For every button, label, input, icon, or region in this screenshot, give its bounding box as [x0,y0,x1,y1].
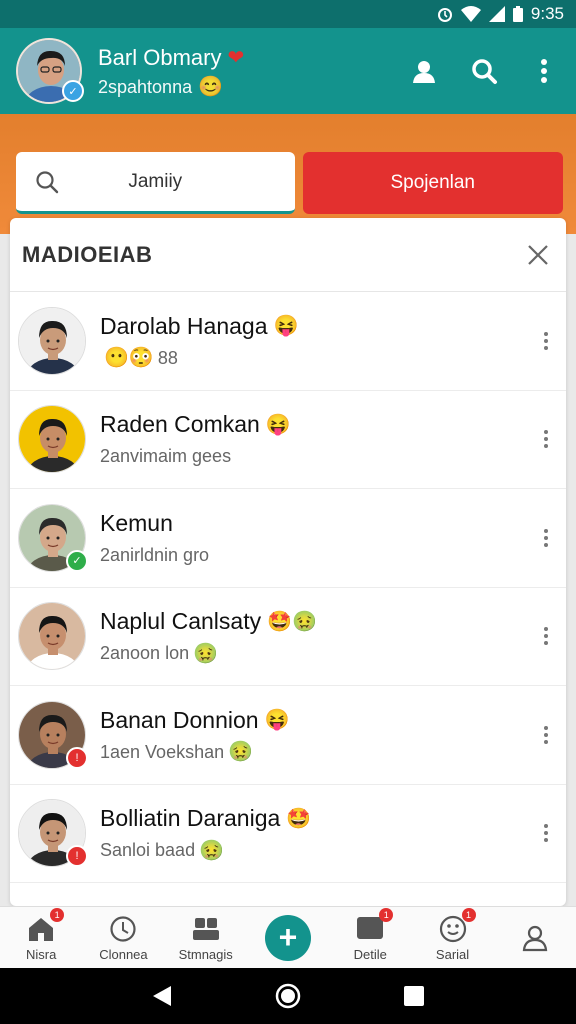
nav-label: Nisra [25,946,57,962]
contact-name-emoji-icon: 🤩 [286,807,312,830]
signal-icon [488,6,505,22]
contact-row[interactable]: ! Banan Donnion 😝 1aen Voekshan 🤢 [10,686,566,785]
contact-subtitle: 2anirldnin gro [100,544,210,565]
panel-header: MADIOEIAB [10,218,566,292]
contact-name-emoji-icon: 😝 [265,413,291,436]
home-nav-icon[interactable] [274,982,302,1010]
contact-subtitle-emoji-icon: 🤢 [228,741,254,764]
home-icon: 1 [26,907,65,944]
profile-name: Barl Obmary [98,44,222,70]
profile-icon[interactable] [408,55,440,87]
verified-badge-icon: ✓ [62,80,84,102]
contact-subtitle: 2anoon lon [100,643,190,664]
more-vert-icon[interactable] [528,55,560,87]
contact-row[interactable]: ! Bolliatin Daraniga 🤩 Sanloi baad 🤢 [10,785,566,883]
nav-item-chat[interactable]: 1 Detile [335,907,405,962]
more-vert-icon[interactable] [534,419,558,459]
nav-item-person[interactable] [500,923,570,953]
nav-label: Detile [353,946,387,962]
contact-name: Banan Donnion [100,706,259,733]
smile-emoji-icon: 😊 [198,76,223,98]
more-vert-icon[interactable] [534,616,558,656]
search-icon[interactable] [468,55,500,87]
tab-search[interactable]: Jamiiy [16,152,295,214]
contact-subtitle: Sanloi baad [100,840,196,861]
nav-item-home[interactable]: 1 Nisra [6,907,76,962]
battery-icon [512,6,523,22]
contact-name: Naplul Canlsaty [100,608,262,635]
nav-item-smiley[interactable]: 1 Sarial [418,907,488,962]
red-status-badge-icon: ! [66,746,88,769]
app-bar: ✓ Barl Obmary ❤ 2spahtonna 😊 [0,28,576,114]
contact-name: Bolliatin Daraniga [100,805,281,832]
panel-title: MADIOEIAB [22,241,153,267]
contact-row[interactable]: ✓ Kemun 2anirldnin gro [10,489,566,588]
heart-icon: ❤ [227,46,245,69]
bottom-nav: 1 Nisra Clonnea Stmnagis + 1 Detile 1 Sa… [0,906,576,968]
contact-subtitle-emoji-icon: 🤢 [199,839,224,862]
nav-item-people[interactable]: Stmnagis [171,914,241,962]
notification-badge: 1 [50,907,65,922]
nav-item-clock[interactable]: Clonnea [88,914,158,962]
status-time: 9:35 [530,4,564,23]
nav-label: Clonnea [99,946,148,962]
contact-list: Darolab Hanaga 😝 😶😳 88 Raden Comkan 😝 2a… [10,292,566,883]
alarm-icon [437,6,453,22]
search-icon [36,170,59,193]
recents-icon[interactable] [403,985,425,1007]
avatar[interactable] [18,602,86,671]
contact-subtitle: 1aen Voekshan [100,741,225,762]
more-vert-icon[interactable] [534,518,558,558]
more-vert-icon[interactable] [534,321,558,361]
wifi-icon [460,6,481,22]
add-icon[interactable]: + [264,914,311,961]
person-icon [520,923,550,953]
notification-badge: 1 [379,907,394,922]
avatar[interactable] [18,405,86,474]
clock-icon [108,914,138,944]
contact-name: Darolab Hanaga [100,312,268,339]
contact-name: Kemun [100,509,173,536]
contact-row[interactable]: Darolab Hanaga 😝 😶😳 88 [10,292,566,391]
contact-name-emoji-icon: 😝 [264,709,290,732]
status-bar: 9:35 [0,0,576,28]
contact-subtitle-emoji-icon: 🤢 [193,642,218,665]
tab-bar: Jamiiy Spojenlan [16,152,563,214]
profile-avatar[interactable]: ✓ [16,38,84,104]
contact-name-emoji-icon: 😝 [273,315,299,338]
more-vert-icon[interactable] [534,813,558,853]
nav-label: Stmnagis [178,946,233,962]
contact-row[interactable]: Naplul Canlsaty 🤩🤢 2anoon lon 🤢 [10,588,566,686]
contact-name: Raden Comkan [100,411,260,438]
green-status-badge-icon: ✓ [66,549,88,572]
more-vert-icon[interactable] [534,715,558,755]
profile-subtitle: 2spahtonna [98,76,193,97]
system-nav-bar [0,968,576,1024]
red-status-badge-icon: ! [66,845,88,868]
people-icon [191,914,221,944]
contact-subtitle-tail: 88 [157,347,178,368]
contact-row[interactable]: Raden Comkan 😝 2anvimaim gees [10,391,566,489]
chat-icon: 1 [355,907,394,944]
avatar[interactable] [18,306,86,375]
smiley-icon: 1 [438,907,476,944]
contact-subtitle-emoji-icon: 😶😳 [104,347,154,370]
close-button[interactable] [522,239,554,271]
notification-badge: 1 [461,907,476,922]
tab-second-label: Spojenlan [390,172,476,193]
nav-label: Sarial [435,946,470,962]
close-icon [528,244,548,265]
contacts-panel: MADIOEIAB Darolab Hanaga 😝 😶😳 88 Raden C… [10,218,566,906]
tab-second[interactable]: Spojenlan [302,152,563,214]
back-icon[interactable] [151,984,173,1008]
contact-subtitle: 2anvimaim gees [100,446,232,467]
contact-name-emoji-icon: 🤩🤢 [267,610,317,633]
nav-item-add[interactable]: + [253,914,323,961]
